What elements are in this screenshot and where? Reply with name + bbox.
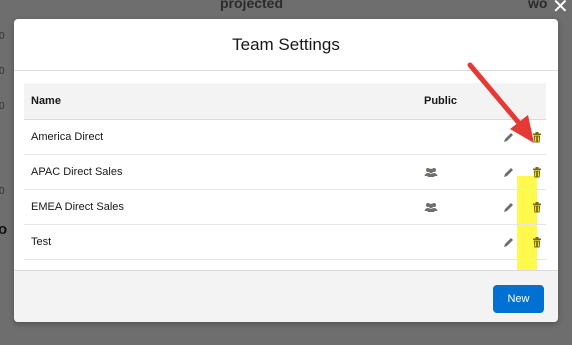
trash-icon[interactable] — [530, 165, 544, 179]
background-header-wo: wo — [528, 0, 548, 11]
column-header-name: Name — [31, 95, 61, 107]
modal-title: Team Settings — [232, 34, 340, 54]
modal-footer: New — [14, 270, 558, 322]
team-name: APAC Direct Sales — [31, 166, 123, 178]
team-name: EMEA Direct Sales — [31, 201, 124, 213]
background-header: projected wo — [0, 0, 572, 12]
new-button[interactable]: New — [493, 285, 544, 313]
group-icon — [424, 166, 438, 178]
table-row: EMEA Direct Sales — [24, 190, 546, 225]
pencil-icon[interactable] — [501, 165, 515, 179]
team-name: Test — [31, 236, 52, 248]
background-number: 0 — [0, 186, 5, 197]
close-icon[interactable]: ✕ — [552, 0, 569, 19]
background-number: 0 — [0, 31, 5, 42]
background-label: o — [0, 221, 8, 238]
group-icon — [424, 201, 438, 213]
table-row: APAC Direct Sales — [24, 155, 546, 190]
pencil-icon[interactable] — [501, 235, 515, 249]
annotation-arrow-icon — [467, 62, 534, 143]
background-number: 0 — [0, 101, 5, 112]
background-number: 0 — [0, 66, 5, 77]
team-name: America Direct — [31, 131, 104, 143]
team-settings-modal: Team Settings Name Public America Direct… — [14, 19, 558, 322]
trash-icon[interactable] — [530, 200, 544, 214]
trash-icon[interactable] — [530, 235, 544, 249]
pencil-icon[interactable] — [501, 200, 515, 214]
column-header-public: Public — [424, 95, 458, 107]
background-header-projected: projected — [220, 0, 284, 11]
table-row: Test — [24, 225, 546, 260]
